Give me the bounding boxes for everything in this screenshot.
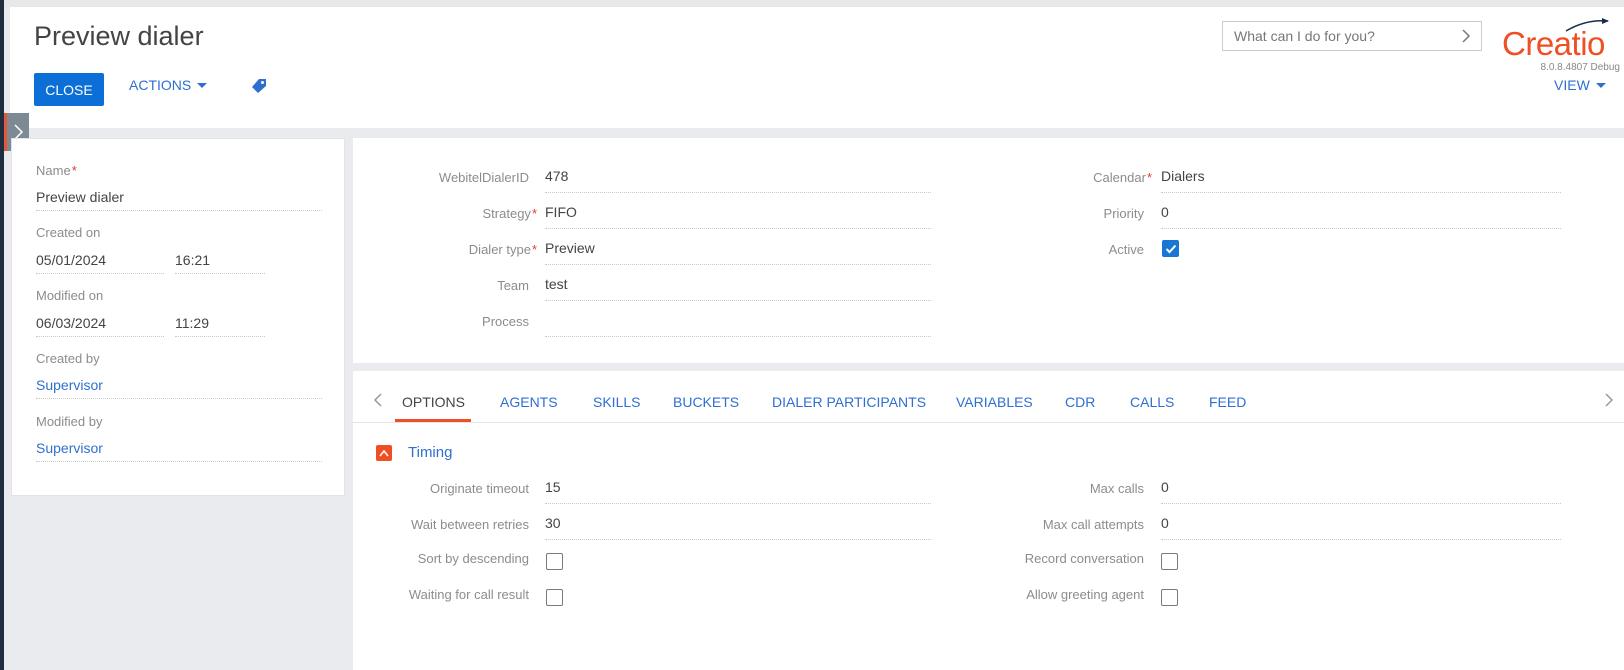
originate-timeout-field[interactable]: 15 <box>545 479 931 504</box>
creatio-logo: Creatio <box>1502 17 1622 62</box>
left-edge-stripe <box>0 0 4 670</box>
strategy-label: Strategy* <box>482 206 537 221</box>
allow-greeting-agent-label: Allow greeting agent <box>1026 587 1144 602</box>
checkmark-icon <box>1165 244 1177 254</box>
dialer-type-field[interactable]: Preview <box>545 240 931 265</box>
dialer-type-label: Dialer type* <box>468 242 537 257</box>
main-fields-panel: WebitelDialerID 478 Strategy* FIFO Diale… <box>353 138 1624 363</box>
created-by-label: Created by <box>36 351 100 366</box>
tab-cdr[interactable]: CDR <box>1065 394 1095 410</box>
priority-field[interactable]: 0 <box>1161 204 1561 229</box>
waiting-call-result-checkbox[interactable] <box>546 589 563 606</box>
page-header: Preview dialer CLOSE ACTIONS Creatio 8.0… <box>10 7 1624 128</box>
record-conversation-label: Record conversation <box>1024 551 1144 566</box>
strategy-field[interactable]: FIFO <box>545 204 931 229</box>
logo-swoosh-icon <box>1565 18 1609 32</box>
command-search-input[interactable] <box>1223 22 1448 50</box>
process-label: Process <box>482 314 529 329</box>
close-button[interactable]: CLOSE <box>34 73 104 106</box>
team-field[interactable]: test <box>545 276 931 301</box>
allow-greeting-agent-checkbox[interactable] <box>1161 589 1178 606</box>
details-panel: OPTIONS AGENTS SKILLS BUCKETS DIALER PAR… <box>353 371 1624 670</box>
record-conversation-checkbox[interactable] <box>1161 553 1178 570</box>
tab-bar: OPTIONS AGENTS SKILLS BUCKETS DIALER PAR… <box>353 371 1624 423</box>
chevron-right-icon[interactable] <box>1459 29 1473 43</box>
modified-on-time[interactable]: 11:29 <box>175 315 265 337</box>
wait-between-retries-label: Wait between retries <box>410 517 529 532</box>
actions-label: ACTIONS <box>129 77 192 93</box>
active-label: Active <box>1108 242 1144 257</box>
created-on-label: Created on <box>36 225 101 240</box>
created-by-link[interactable]: Supervisor <box>36 377 322 399</box>
created-on-time[interactable]: 16:21 <box>175 252 265 274</box>
waiting-call-result-label: Waiting for call result <box>408 587 529 602</box>
caret-down-icon <box>1595 82 1606 88</box>
timing-group-title[interactable]: Timing <box>408 444 452 461</box>
max-calls-label: Max calls <box>1089 481 1144 496</box>
caret-down-icon <box>197 82 208 88</box>
max-calls-field[interactable]: 0 <box>1161 479 1561 504</box>
chevron-up-icon <box>379 449 389 457</box>
active-tab-indicator <box>395 419 471 422</box>
page-title: Preview dialer <box>34 21 204 51</box>
command-search[interactable] <box>1222 21 1482 51</box>
tag-icon[interactable] <box>250 77 268 95</box>
webitel-id-field[interactable]: 478 <box>545 168 931 193</box>
tab-options[interactable]: OPTIONS <box>402 394 465 410</box>
tab-dialer-participants[interactable]: DIALER PARTICIPANTS <box>772 394 926 410</box>
tab-skills[interactable]: SKILLS <box>593 394 640 410</box>
view-dropdown[interactable]: VIEW <box>1554 77 1606 93</box>
tab-agents[interactable]: AGENTS <box>500 394 558 410</box>
max-call-attempts-label: Max call attempts <box>1042 517 1144 532</box>
top-band <box>4 0 1624 7</box>
team-label: Team <box>497 278 529 293</box>
priority-label: Priority <box>1103 206 1144 221</box>
webitel-id-label: WebitelDialerID <box>438 170 529 185</box>
sort-descending-label: Sort by descending <box>417 551 529 566</box>
name-field[interactable]: Preview dialer <box>36 189 322 211</box>
view-label: VIEW <box>1554 77 1590 93</box>
tab-variables[interactable]: VARIABLES <box>956 394 1033 410</box>
tab-buckets[interactable]: BUCKETS <box>673 394 739 410</box>
modified-by-label: Modified by <box>36 414 103 429</box>
created-on-date[interactable]: 05/01/2024 <box>36 252 164 274</box>
record-info-panel: Name* Preview dialer Created on 05/01/20… <box>11 138 345 496</box>
chevron-right-icon[interactable] <box>1604 393 1614 407</box>
active-checkbox[interactable] <box>1162 240 1179 257</box>
modified-on-date[interactable]: 06/03/2024 <box>36 315 164 337</box>
tab-calls[interactable]: CALLS <box>1130 394 1174 410</box>
modified-by-link[interactable]: Supervisor <box>36 440 322 462</box>
calendar-field[interactable]: Dialers <box>1161 168 1561 193</box>
wait-between-retries-field[interactable]: 30 <box>545 515 931 540</box>
tab-feed[interactable]: FEED <box>1209 394 1246 410</box>
sort-descending-checkbox[interactable] <box>546 553 563 570</box>
timing-collapse-button[interactable] <box>376 445 392 461</box>
process-field[interactable] <box>545 312 931 337</box>
calendar-label: Calendar* <box>1093 170 1152 185</box>
originate-timeout-label: Originate timeout <box>430 481 529 496</box>
max-call-attempts-field[interactable]: 0 <box>1161 515 1561 540</box>
modified-on-label: Modified on <box>36 288 104 303</box>
chevron-left-icon[interactable] <box>373 393 383 407</box>
name-label: Name* <box>36 163 77 178</box>
actions-dropdown[interactable]: ACTIONS <box>129 77 208 93</box>
version-label: 8.0.8.4807 Debug <box>1540 62 1620 73</box>
